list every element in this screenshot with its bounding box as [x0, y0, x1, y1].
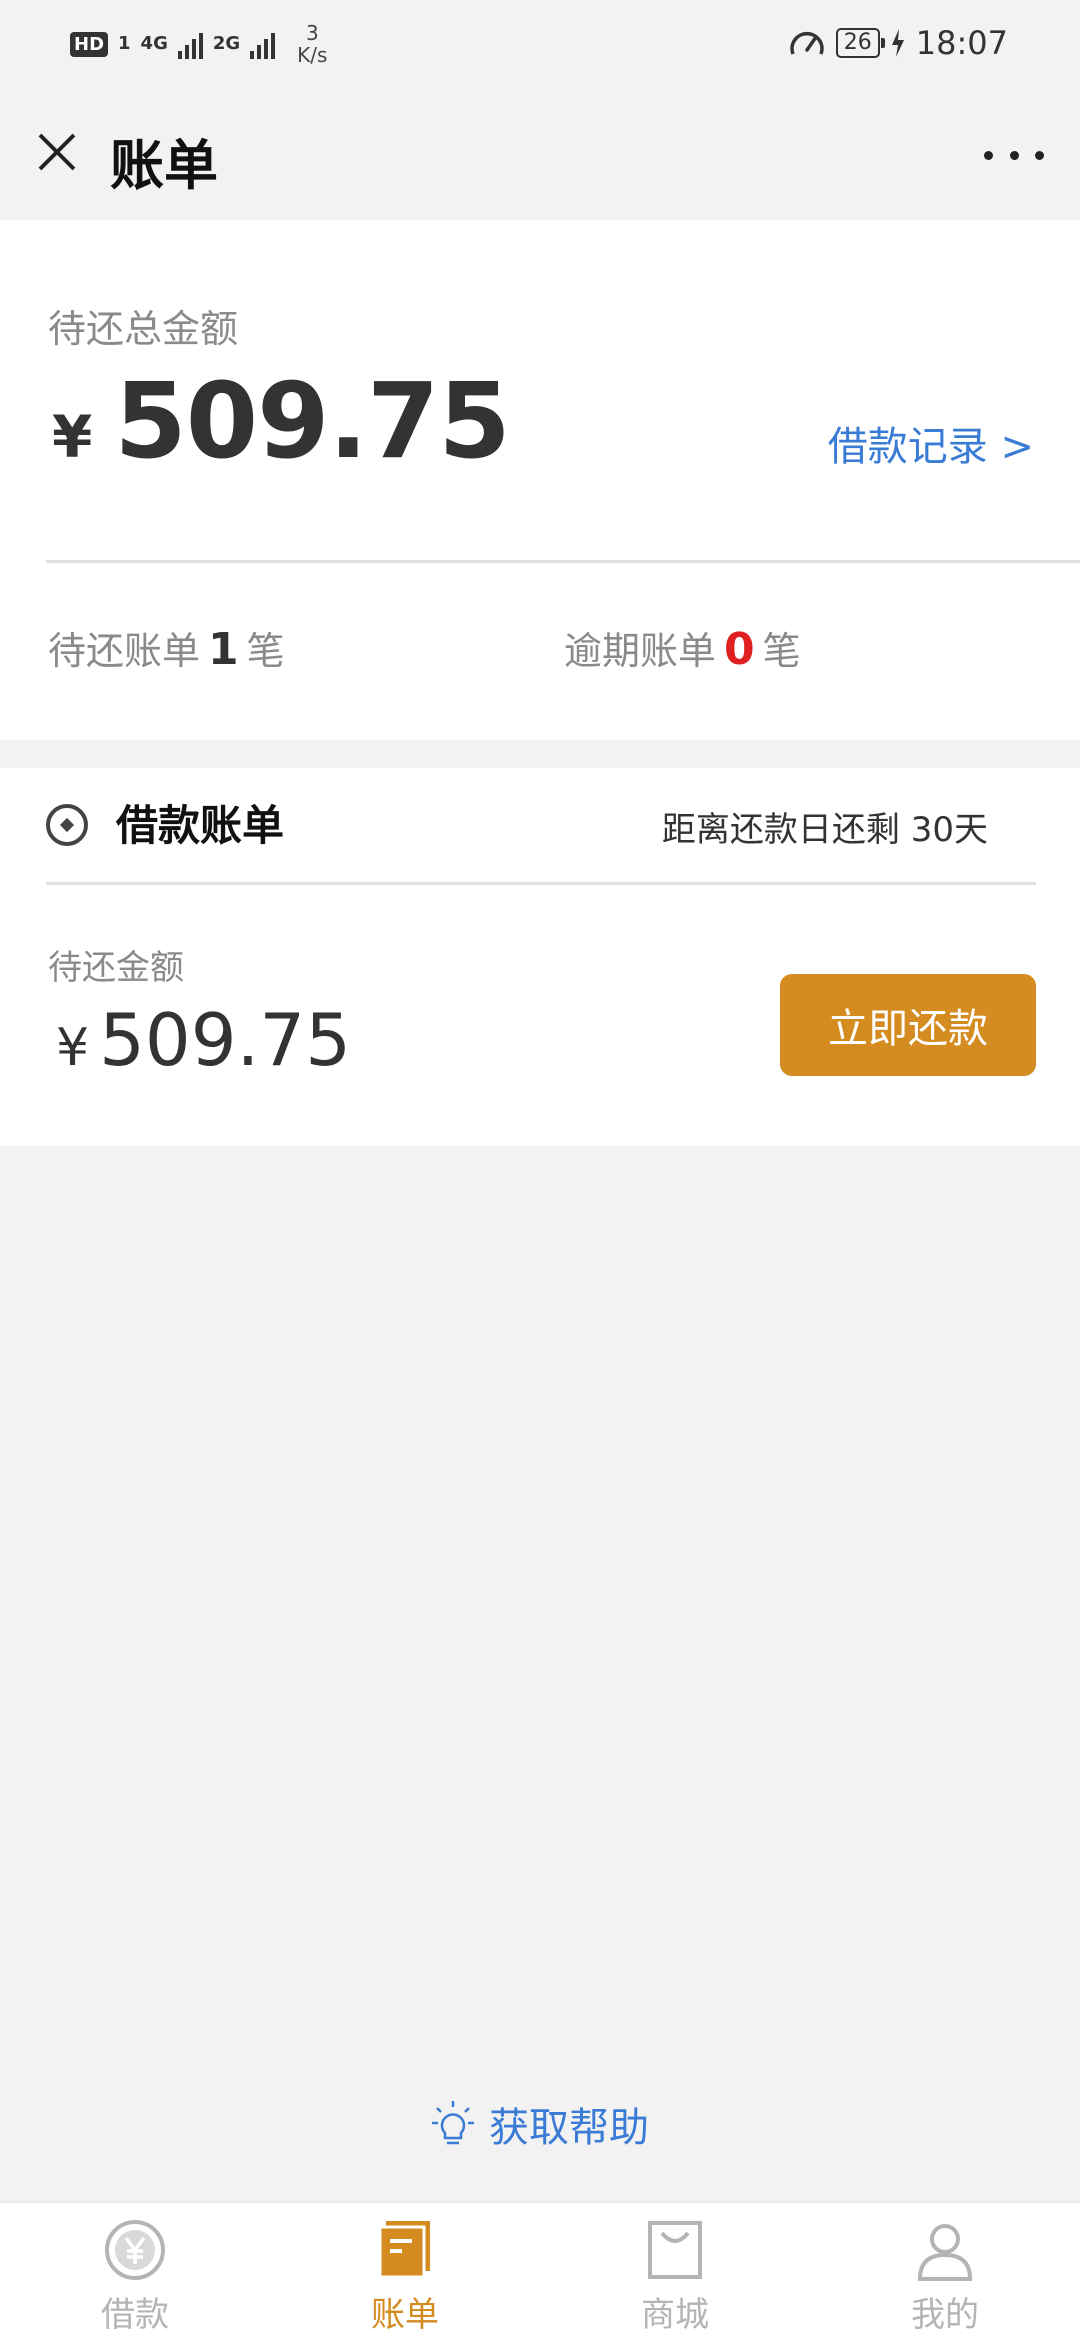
status-left: HD 1 4G 2G 3 K/s [70, 22, 327, 66]
sim1-label: 1 [118, 33, 131, 54]
currency-symbol: ¥ [52, 403, 93, 471]
network1-label: 4G [140, 33, 168, 54]
loan-bill-card: 借款账单 距离还款日还剩 30天 待还金额 ¥ 509.75 立即还款 [0, 768, 1080, 1146]
battery-level: 26 [835, 28, 885, 58]
yen-coin-icon [105, 2220, 165, 2280]
pending-bills-unit: 笔 [246, 629, 285, 673]
network-speed: 3 K/s [297, 22, 327, 66]
status-right: 26 18:07 [788, 24, 1008, 62]
tab-mine[interactable]: 我的 [810, 2203, 1080, 2341]
tab-bill[interactable]: 账单 [270, 2203, 540, 2341]
lightbulb-icon [432, 2101, 474, 2145]
more-dot-icon [984, 150, 993, 160]
close-button[interactable] [28, 123, 86, 181]
divider [46, 560, 1080, 563]
total-due-value: 509.75 [114, 360, 510, 482]
summary-card: 待还总金额 ¥ 509.75 借款记录 > 待还账单 1 笔 逾期账单 0 笔 [0, 220, 1080, 740]
currency-symbol: ¥ [56, 1018, 90, 1078]
get-help-label: 获取帮助 [489, 2105, 649, 2151]
network2-label: 2G [212, 33, 241, 54]
close-icon [38, 133, 76, 171]
bill-radio-icon [46, 804, 88, 846]
bottom-tab-bar: 借款 账单 商城 我的 [0, 2202, 1080, 2341]
more-dot-icon [1009, 150, 1019, 160]
bill-amount: ¥ 509.75 [56, 998, 351, 1082]
charging-icon [891, 29, 904, 57]
pending-bills-label: 待还账单 [48, 629, 201, 673]
loan-bill-title: 借款账单 [116, 801, 285, 850]
due-countdown: 距离还款日还剩 30天 [661, 810, 988, 850]
tab-mall-label: 商城 [641, 2295, 709, 2335]
pending-bills-stat: 待还账单 1 笔 [48, 620, 285, 675]
tab-mine-label: 我的 [911, 2295, 979, 2335]
bill-amount-value: 509.75 [99, 998, 352, 1082]
get-help-link[interactable]: 获取帮助 [0, 2095, 1080, 2153]
network-speed-unit: K/s [297, 43, 328, 67]
network-speed-value: 3 [305, 21, 319, 45]
overdue-bills-unit: 笔 [762, 629, 801, 673]
tab-bill-label: 账单 [371, 2295, 439, 2335]
total-due-amount: ¥ 509.75 [52, 360, 511, 482]
title-bar: 账单 [0, 95, 1080, 220]
more-options-button[interactable] [984, 135, 1044, 175]
overdue-bills-label: 逾期账单 [564, 629, 717, 673]
shopping-bag-icon [648, 2221, 702, 2279]
hd-badge: HD [70, 31, 109, 57]
loan-record-link[interactable]: 借款记录 > [828, 414, 1034, 472]
signal-bars-2-icon [250, 29, 276, 59]
signal-bars-1-icon [177, 29, 203, 59]
pending-bills-count: 1 [208, 624, 239, 675]
overdue-bills-count: 0 [724, 624, 755, 675]
total-due-label: 待还总金额 [48, 307, 239, 351]
page-title: 账单 [110, 134, 218, 197]
repay-now-button[interactable]: 立即还款 [780, 974, 1036, 1076]
divider [46, 882, 1036, 885]
more-dot-icon [1035, 150, 1044, 160]
bill-amount-label: 待还金额 [48, 948, 184, 988]
clock: 18:07 [915, 24, 1008, 62]
bill-icon [378, 2221, 430, 2279]
overdue-bills-stat: 逾期账单 0 笔 [564, 620, 801, 675]
tab-mall[interactable]: 商城 [540, 2203, 810, 2341]
tab-loan-label: 借款 [101, 2295, 169, 2335]
person-icon [917, 2224, 973, 2281]
speedometer-icon [790, 31, 824, 55]
tab-loan[interactable]: 借款 [0, 2203, 270, 2341]
status-bar: HD 1 4G 2G 3 K/s 26 18:07 [0, 0, 1080, 95]
